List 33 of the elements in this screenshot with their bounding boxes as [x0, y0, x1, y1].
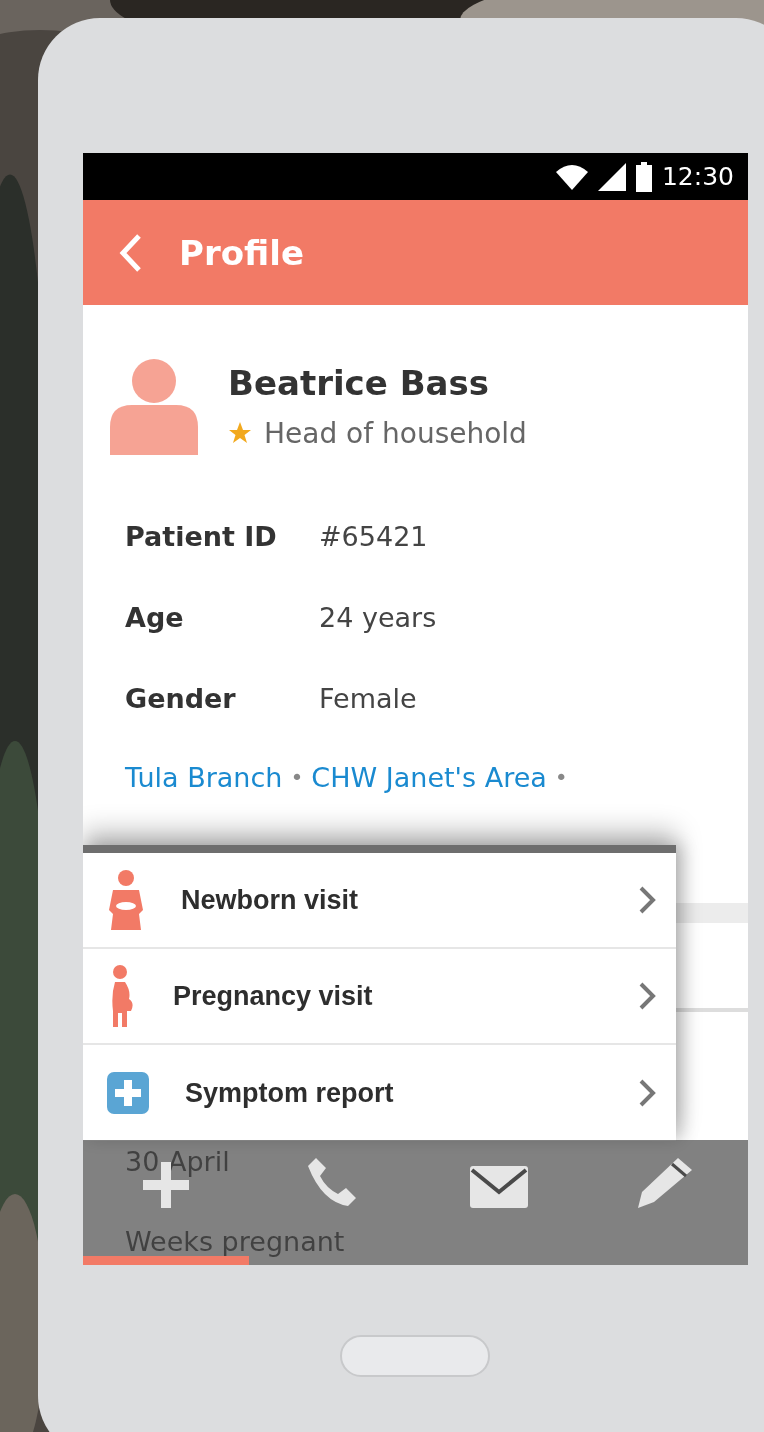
envelope-icon: [469, 1166, 528, 1208]
signal-icon: [597, 162, 626, 191]
mother-baby-icon: [107, 870, 145, 930]
back-icon: [117, 232, 143, 273]
separator-dot: •: [290, 765, 304, 790]
detail-value: #65421: [319, 521, 428, 552]
phone-icon: [306, 1156, 359, 1208]
wifi-icon: [555, 163, 588, 190]
detail-value: Female: [319, 683, 417, 714]
location-link[interactable]: Tula Branch: [125, 762, 283, 793]
visit-menu-item[interactable]: Symptom report: [83, 1045, 676, 1141]
screen-title: Profile: [179, 232, 304, 273]
patient-role: Head of household: [264, 416, 527, 450]
status-time: 12:30: [661, 162, 734, 191]
person-avatar-icon: [110, 357, 198, 455]
detail-label: Gender: [125, 683, 237, 714]
back-button[interactable]: [117, 232, 143, 273]
chevron-right-icon: [638, 1078, 656, 1108]
patient-name: Beatrice Bass: [228, 362, 490, 403]
location-link[interactable]: CHW Janet's Area: [311, 762, 547, 793]
chevron-right-icon: [638, 885, 656, 915]
detail-label: Age: [125, 602, 185, 633]
visit-menu-item[interactable]: Newborn visit: [83, 853, 676, 949]
pencil-icon: [637, 1158, 692, 1208]
chevron-right-icon: [638, 981, 656, 1011]
faded-row-text: Weeks pregnant: [125, 1226, 346, 1258]
detail-value: 24 years: [319, 602, 437, 633]
visit-menu-item[interactable]: Pregnancy visit: [83, 949, 676, 1045]
battery-icon: [635, 161, 652, 192]
medical-plus-icon: [107, 1072, 149, 1114]
detail-label: Patient ID: [125, 521, 278, 552]
separator-dot: •: [554, 765, 568, 790]
faded-row-text: 30 April: [125, 1146, 231, 1178]
